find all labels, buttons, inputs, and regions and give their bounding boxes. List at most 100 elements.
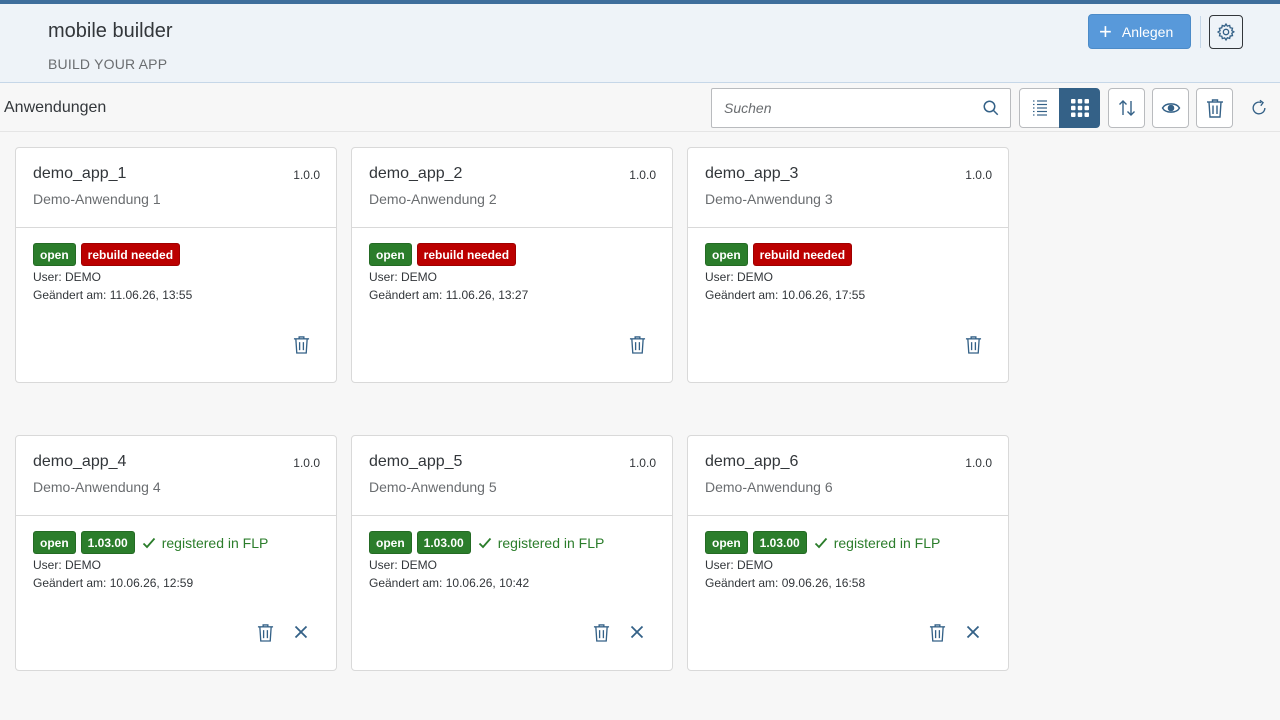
- status-badge: open: [33, 243, 76, 266]
- app-version: 1.0.0: [965, 168, 992, 182]
- app-name: demo_app_4: [33, 453, 127, 470]
- list-view-icon: [1032, 100, 1047, 116]
- app-card[interactable]: demo_app_4 1.0.0 Demo-Anwendung 4 open 1…: [15, 435, 337, 671]
- version-badge: 1.03.00: [752, 531, 807, 554]
- refresh-button[interactable]: [1240, 88, 1277, 128]
- trash-icon: [1206, 99, 1223, 118]
- date-value: 10.06.26, 17:55: [781, 288, 866, 302]
- app-title: mobile builder: [48, 20, 173, 42]
- badge-row: open rebuild needed: [369, 243, 517, 266]
- app-card[interactable]: demo_app_3 1.0.0 Demo-Anwendung 3 open r…: [687, 147, 1009, 383]
- status-badge: open: [705, 531, 748, 554]
- version-badge: 1.03.00: [80, 531, 135, 554]
- create-button[interactable]: + Anlegen: [1088, 14, 1191, 49]
- trash-icon: [257, 623, 273, 642]
- card-delete-button[interactable]: [254, 621, 276, 643]
- search-icon[interactable]: [982, 99, 1000, 117]
- sort-button[interactable]: [1108, 88, 1145, 128]
- trash-icon: [929, 623, 945, 642]
- app-user: User: DEMO: [369, 270, 437, 284]
- toolbar: Anwendungen: [0, 84, 1280, 132]
- app-description: Demo-Anwendung 2: [369, 191, 497, 207]
- create-button-label: Anlegen: [1121, 23, 1174, 40]
- app-card[interactable]: demo_app_6 1.0.0 Demo-Anwendung 6 open 1…: [687, 435, 1009, 671]
- version-badge: 1.03.00: [416, 531, 471, 554]
- date-value: 09.06.26, 16:58: [781, 576, 866, 590]
- search-field[interactable]: [711, 88, 1011, 128]
- app-changed-date: Geändert am: 11.06.26, 13:27: [369, 288, 528, 302]
- card-delete-button[interactable]: [962, 333, 984, 355]
- card-header: demo_app_1 1.0.0 Demo-Anwendung 1: [16, 148, 336, 228]
- version-badge: rebuild needed: [416, 243, 517, 266]
- app-changed-date: Geändert am: 10.06.26, 10:42: [369, 576, 529, 590]
- flp-label: registered in FLP: [497, 534, 605, 551]
- check-icon: [142, 537, 155, 548]
- app-version: 1.0.0: [629, 168, 656, 182]
- user-prefix: User:: [369, 270, 398, 284]
- date-prefix: Geändert am:: [369, 576, 443, 590]
- date-value: 10.06.26, 10:42: [445, 576, 530, 590]
- delete-button[interactable]: [1196, 88, 1233, 128]
- user-value: DEMO: [737, 558, 774, 572]
- card-delete-button[interactable]: [290, 333, 312, 355]
- user-prefix: User:: [33, 270, 62, 284]
- section-title: Anwendungen: [4, 99, 107, 116]
- user-prefix: User:: [369, 558, 398, 572]
- app-description: Demo-Anwendung 3: [705, 191, 833, 207]
- app-description: Demo-Anwendung 4: [33, 479, 161, 495]
- date-value: 11.06.26, 13:27: [445, 288, 529, 302]
- card-unregister-button[interactable]: [626, 621, 648, 643]
- flp-status: registered in FLP: [142, 534, 269, 551]
- app-user: User: DEMO: [33, 558, 101, 572]
- app-card[interactable]: demo_app_2 1.0.0 Demo-Anwendung 2 open r…: [351, 147, 673, 383]
- app-version: 1.0.0: [293, 168, 320, 182]
- flp-label: registered in FLP: [161, 534, 269, 551]
- app-version: 1.0.0: [965, 456, 992, 470]
- card-delete-button[interactable]: [626, 333, 648, 355]
- flp-status: registered in FLP: [814, 534, 941, 551]
- app-name: demo_app_5: [369, 453, 463, 470]
- app-version: 1.0.0: [629, 456, 656, 470]
- settings-button[interactable]: [1209, 15, 1243, 49]
- app-header: mobile builder BUILD YOUR APP + Anlegen: [0, 4, 1280, 83]
- card-header: demo_app_6 1.0.0 Demo-Anwendung 6: [688, 436, 1008, 516]
- app-card[interactable]: demo_app_5 1.0.0 Demo-Anwendung 5 open 1…: [351, 435, 673, 671]
- list-view-button[interactable]: [1019, 88, 1060, 128]
- date-prefix: Geändert am:: [33, 288, 107, 302]
- card-unregister-button[interactable]: [290, 621, 312, 643]
- date-value: 11.06.26, 13:55: [109, 288, 193, 302]
- flp-label: registered in FLP: [833, 534, 941, 551]
- show-button[interactable]: [1152, 88, 1189, 128]
- app-changed-date: Geändert am: 10.06.26, 12:59: [33, 576, 193, 590]
- date-value: 10.06.26, 12:59: [109, 576, 194, 590]
- card-header: demo_app_5 1.0.0 Demo-Anwendung 5: [352, 436, 672, 516]
- eye-icon: [1161, 103, 1180, 113]
- header-separator: [1200, 16, 1201, 48]
- gear-icon: [1216, 22, 1236, 42]
- user-prefix: User:: [33, 558, 62, 572]
- close-icon: [294, 625, 308, 639]
- card-delete-button[interactable]: [590, 621, 612, 643]
- app-name: demo_app_1: [33, 165, 127, 182]
- card-header: demo_app_3 1.0.0 Demo-Anwendung 3: [688, 148, 1008, 228]
- status-badge: open: [369, 531, 412, 554]
- badge-row: open rebuild needed: [705, 243, 853, 266]
- card-unregister-button[interactable]: [962, 621, 984, 643]
- app-subtitle: BUILD YOUR APP: [48, 56, 168, 72]
- version-badge: rebuild needed: [80, 243, 181, 266]
- grid-view-button[interactable]: [1059, 88, 1100, 128]
- search-input[interactable]: [712, 89, 972, 127]
- user-value: DEMO: [401, 270, 438, 284]
- app-user: User: DEMO: [369, 558, 437, 572]
- badge-row: open 1.03.00 registered in FLP: [705, 531, 940, 554]
- status-badge: open: [369, 243, 412, 266]
- app-changed-date: Geändert am: 11.06.26, 13:55: [33, 288, 192, 302]
- app-card[interactable]: demo_app_1 1.0.0 Demo-Anwendung 1 open r…: [15, 147, 337, 383]
- user-prefix: User:: [705, 558, 734, 572]
- card-delete-button[interactable]: [926, 621, 948, 643]
- date-prefix: Geändert am:: [705, 288, 779, 302]
- date-prefix: Geändert am:: [369, 288, 443, 302]
- close-icon: [966, 625, 980, 639]
- app-description: Demo-Anwendung 6: [705, 479, 833, 495]
- app-user: User: DEMO: [705, 558, 773, 572]
